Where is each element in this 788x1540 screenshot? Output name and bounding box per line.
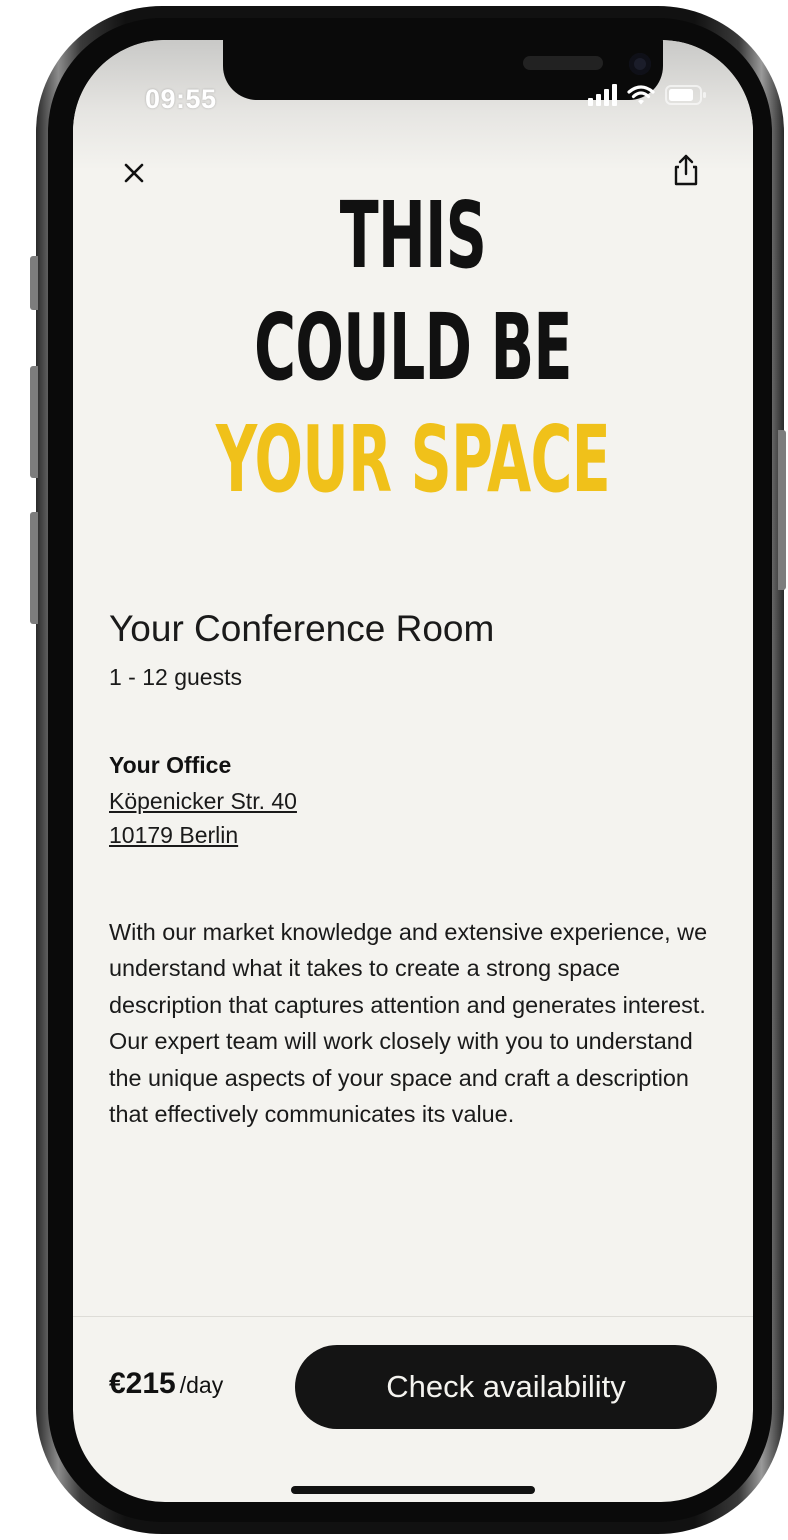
hero-line-1: THIS (339, 182, 487, 289)
room-title: Your Conference Room (109, 608, 495, 649)
check-availability-button[interactable]: Check availability (295, 1345, 717, 1429)
front-camera (629, 53, 651, 75)
office-name: Your Office (109, 752, 232, 778)
space-description: With our market knowledge and extensive … (109, 919, 708, 1128)
office-city-link[interactable]: 10179 Berlin (109, 822, 238, 849)
footer-divider (73, 1316, 753, 1317)
earpiece-speaker (523, 56, 603, 70)
volume-down-button (30, 512, 38, 624)
home-indicator[interactable] (291, 1486, 535, 1494)
hero-line-2: COULD BE (254, 294, 572, 401)
app-screen: 09:55 THIS COULD BE YOUR SPACE Your Conf… (73, 40, 753, 1502)
room-guests: 1 - 12 guests (109, 664, 242, 690)
wifi-icon (627, 84, 655, 106)
power-button (778, 430, 786, 590)
status-time: 09:55 (145, 84, 217, 114)
price-unit: /day (179, 1372, 224, 1398)
office-street-link[interactable]: Köpenicker Str. 40 (109, 788, 297, 815)
price-amount: €215 (109, 1367, 176, 1400)
price: €215/day (109, 1367, 223, 1401)
volume-up-button (30, 366, 38, 478)
hero-line-3: YOUR SPACE (215, 406, 611, 513)
mute-switch (30, 256, 38, 310)
signal-icon (588, 84, 617, 106)
status-icons (588, 84, 707, 106)
battery-icon (665, 84, 707, 106)
hero-headline: THIS COULD BE YOUR SPACE (73, 180, 753, 516)
